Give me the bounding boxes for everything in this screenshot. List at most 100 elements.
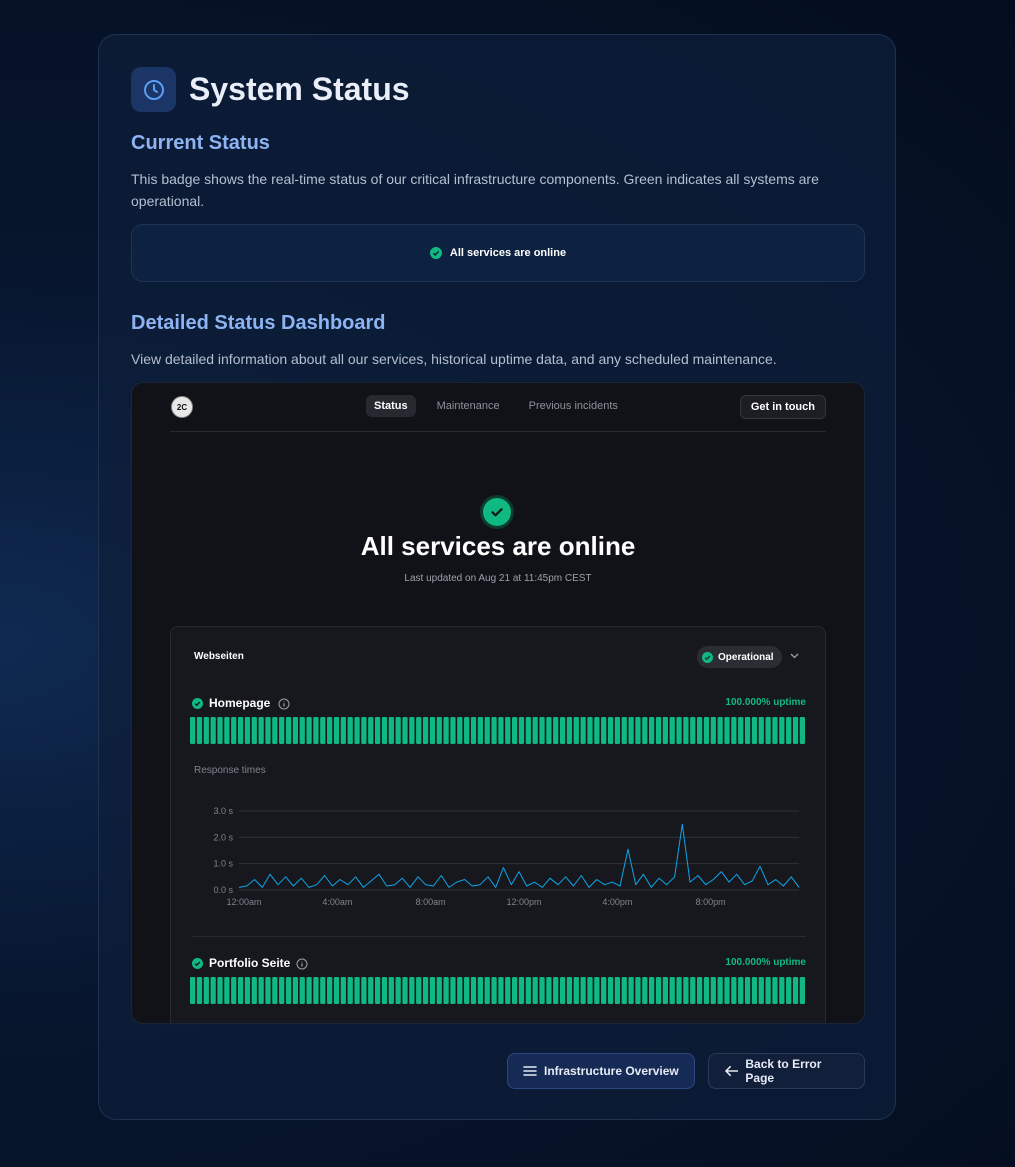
uptime-day-bar[interactable] (251, 717, 257, 744)
uptime-day-bar[interactable] (792, 977, 799, 1004)
uptime-day-bar[interactable] (731, 977, 737, 1004)
get-in-touch-button[interactable]: Get in touch (739, 395, 826, 419)
uptime-day-bar[interactable] (751, 977, 758, 1004)
uptime-day-bar[interactable] (477, 717, 483, 744)
uptime-day-bar[interactable] (258, 717, 264, 744)
uptime-day-bar[interactable] (594, 717, 600, 744)
uptime-day-bar[interactable] (621, 717, 627, 744)
uptime-day-bar[interactable] (587, 977, 593, 1004)
uptime-day-bar[interactable] (313, 977, 319, 1004)
uptime-day-bar[interactable] (416, 977, 422, 1004)
uptime-day-bar[interactable] (491, 977, 497, 1004)
uptime-day-bar[interactable] (217, 717, 223, 744)
uptime-day-bar[interactable] (669, 717, 675, 744)
uptime-day-bar[interactable] (340, 977, 346, 1004)
uptime-day-bar[interactable] (525, 977, 531, 1004)
uptime-day-bar[interactable] (573, 717, 579, 744)
info-icon[interactable] (278, 698, 290, 710)
uptime-day-bar[interactable] (635, 717, 641, 744)
uptime-day-bar[interactable] (614, 977, 621, 1004)
uptime-day-bar[interactable] (237, 977, 244, 1004)
dashboard-logo[interactable]: 2C (171, 396, 193, 418)
uptime-day-bar[interactable] (457, 977, 463, 1004)
uptime-day-bar[interactable] (292, 977, 299, 1004)
uptime-day-bar[interactable] (402, 717, 408, 744)
uptime-day-bar[interactable] (265, 717, 271, 744)
uptime-day-bar[interactable] (347, 977, 353, 1004)
uptime-day-bar[interactable] (470, 977, 477, 1004)
uptime-day-bar[interactable] (662, 717, 668, 744)
uptime-day-bar[interactable] (573, 977, 579, 1004)
uptime-day-bar[interactable] (587, 717, 593, 744)
uptime-day-bar[interactable] (786, 977, 792, 1004)
uptime-day-bar[interactable] (409, 977, 415, 1004)
uptime-day-bar[interactable] (553, 977, 559, 1004)
uptime-day-bar[interactable] (484, 717, 490, 744)
uptime-day-bar[interactable] (333, 717, 340, 744)
uptime-day-bar[interactable] (724, 977, 730, 1004)
uptime-day-bar[interactable] (395, 717, 401, 744)
uptime-day-bar[interactable] (758, 977, 764, 1004)
uptime-day-bar[interactable] (621, 977, 627, 1004)
uptime-day-bar[interactable] (429, 717, 436, 744)
uptime-day-bar[interactable] (628, 977, 634, 1004)
uptime-day-bar[interactable] (464, 717, 470, 744)
uptime-day-bar[interactable] (285, 977, 292, 1004)
uptime-day-bar[interactable] (546, 717, 552, 744)
uptime-day-bar[interactable] (553, 717, 559, 744)
uptime-day-bar[interactable] (340, 717, 346, 744)
uptime-day-bar[interactable] (751, 717, 758, 744)
uptime-day-bar[interactable] (532, 717, 538, 744)
uptime-day-bar[interactable] (395, 977, 401, 1004)
uptime-day-bar[interactable] (210, 717, 216, 744)
uptime-day-bar[interactable] (381, 977, 388, 1004)
uptime-day-bar[interactable] (559, 717, 566, 744)
uptime-day-bar[interactable] (799, 977, 805, 1004)
uptime-day-bar[interactable] (765, 977, 771, 1004)
uptime-day-bar[interactable] (443, 977, 449, 1004)
uptime-day-bar[interactable] (374, 977, 381, 1004)
uptime-day-bar[interactable] (772, 717, 778, 744)
uptime-day-bar[interactable] (642, 717, 648, 744)
uptime-day-bar[interactable] (477, 977, 483, 1004)
tab-maintenance[interactable]: Maintenance (429, 395, 508, 417)
uptime-day-bar[interactable] (738, 717, 744, 744)
uptime-day-bar[interactable] (224, 717, 230, 744)
uptime-day-bar[interactable] (320, 977, 326, 1004)
uptime-day-bar[interactable] (416, 717, 422, 744)
uptime-day-bar[interactable] (717, 977, 723, 1004)
infrastructure-overview-button[interactable]: Infrastructure Overview (507, 1053, 695, 1089)
uptime-day-bar[interactable] (231, 977, 237, 1004)
uptime-day-bar[interactable] (703, 977, 710, 1004)
uptime-day-bar[interactable] (429, 977, 436, 1004)
uptime-day-bar[interactable] (539, 717, 545, 744)
uptime-day-bar[interactable] (368, 977, 374, 1004)
uptime-day-bar[interactable] (265, 977, 271, 1004)
uptime-day-bar[interactable] (361, 977, 367, 1004)
uptime-day-bar[interactable] (244, 977, 251, 1004)
uptime-day-bar[interactable] (361, 717, 367, 744)
uptime-day-bar[interactable] (354, 717, 360, 744)
uptime-day-bar[interactable] (601, 977, 607, 1004)
uptime-day-bar[interactable] (422, 977, 429, 1004)
uptime-day-bar[interactable] (320, 717, 326, 744)
uptime-day-bar[interactable] (792, 717, 799, 744)
uptime-day-bar[interactable] (772, 977, 778, 1004)
uptime-day-bar[interactable] (484, 977, 490, 1004)
back-to-error-page-button[interactable]: Back to Error Page (708, 1053, 865, 1089)
uptime-day-bar[interactable] (231, 717, 237, 744)
uptime-day-bar[interactable] (580, 717, 586, 744)
uptime-day-bar[interactable] (539, 977, 545, 1004)
uptime-day-bar[interactable] (443, 717, 449, 744)
uptime-day-bar[interactable] (388, 717, 394, 744)
uptime-day-bar[interactable] (717, 717, 723, 744)
uptime-day-bar[interactable] (374, 717, 381, 744)
uptime-day-bar[interactable] (607, 977, 614, 1004)
uptime-day-bar[interactable] (655, 717, 662, 744)
uptime-day-bar[interactable] (765, 717, 771, 744)
uptime-day-bar[interactable] (244, 717, 251, 744)
uptime-day-bar[interactable] (196, 977, 203, 1004)
uptime-day-bar[interactable] (566, 977, 573, 1004)
uptime-day-bar[interactable] (532, 977, 538, 1004)
uptime-day-bar[interactable] (203, 977, 209, 1004)
